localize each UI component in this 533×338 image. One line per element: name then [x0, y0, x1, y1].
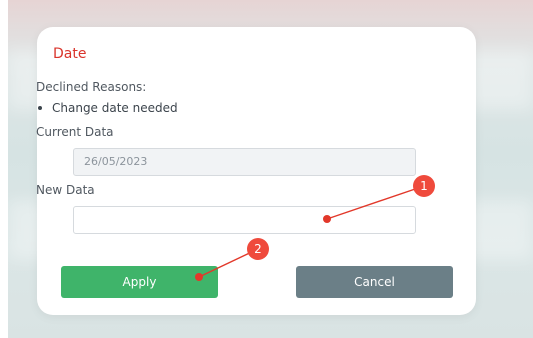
annotation-dot-1 — [323, 215, 331, 223]
cancel-button[interactable]: Cancel — [296, 266, 453, 298]
declined-reason-item: Change date needed — [38, 101, 178, 115]
dialog-title: Date — [53, 46, 87, 62]
current-date-field: 26/05/2023 — [73, 148, 416, 176]
reason-text: Change date needed — [52, 101, 178, 115]
bullet-icon — [38, 105, 42, 110]
apply-button[interactable]: Apply — [61, 266, 218, 298]
annotation-marker-1: 1 — [413, 175, 435, 197]
annotation-dot-2 — [195, 273, 203, 281]
current-date-label: Current Data — [36, 125, 114, 139]
new-date-label: New Data — [36, 183, 95, 197]
annotation-marker-2: 2 — [247, 238, 269, 260]
new-date-input[interactable] — [73, 206, 416, 234]
declined-reasons-label: Declined Reasons: — [36, 80, 147, 94]
